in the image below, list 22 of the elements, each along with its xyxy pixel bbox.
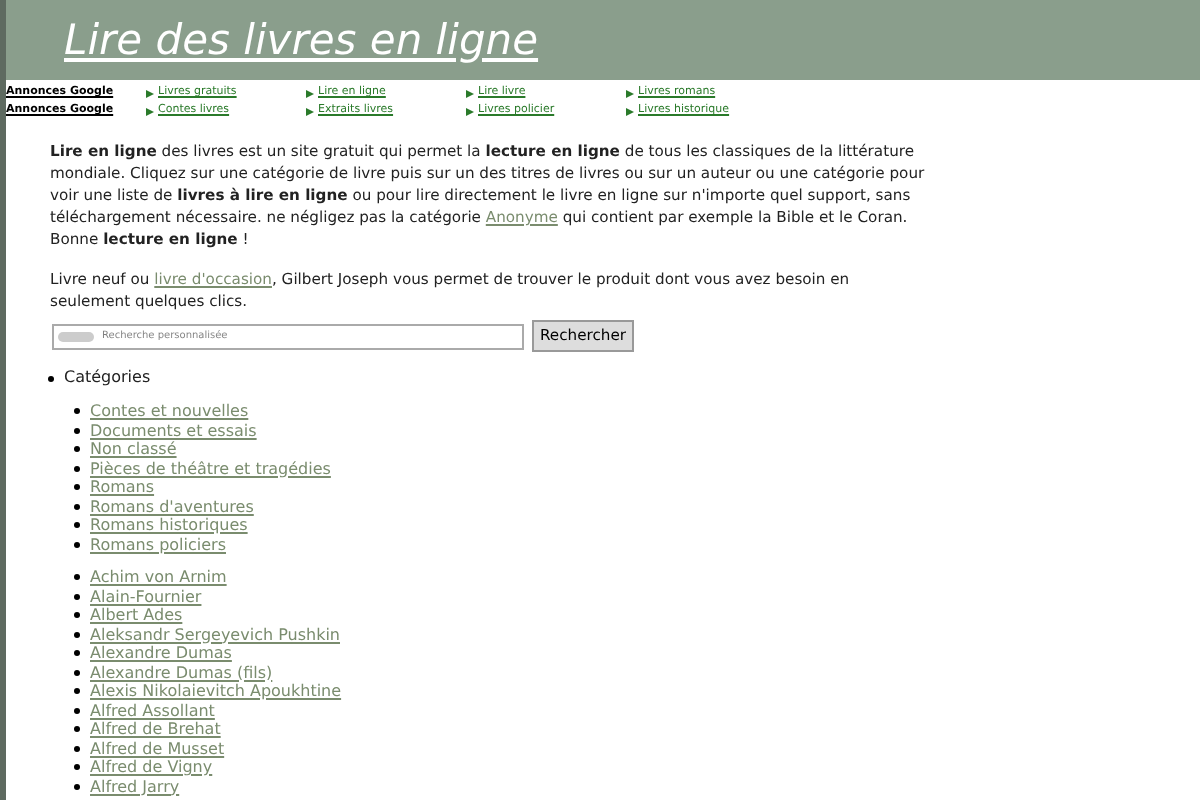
author-link[interactable]: Alexandre Dumas (fils) — [90, 663, 273, 682]
author-link[interactable]: Aleksandr Sergeyevich Pushkin — [90, 625, 340, 644]
author-link[interactable]: Albert Ades — [90, 606, 183, 625]
category-link[interactable]: Contes et nouvelles — [90, 402, 249, 421]
author-link[interactable]: Alfred Jarry — [90, 777, 180, 796]
site-title[interactable]: Lire des livres en ligne — [64, 19, 539, 61]
author-link[interactable]: Alfred de Vigny — [90, 758, 213, 777]
categories-heading: Catégories — [64, 366, 151, 390]
author-link[interactable]: Alfred de Musset — [90, 739, 225, 758]
category-link[interactable]: Non classé — [90, 440, 177, 459]
author-link[interactable]: Alain-Fournier — [90, 587, 202, 606]
category-link[interactable]: Romans — [90, 478, 155, 497]
category-link[interactable]: Pièces de théâtre et tragédies — [90, 459, 331, 478]
author-link[interactable]: Alexandre Dumas — [90, 644, 232, 663]
author-link[interactable]: Alexis Nikolaievitch Apoukhtine — [90, 682, 342, 701]
author-link[interactable]: Alfred Assollant — [90, 701, 215, 720]
author-link[interactable]: Alfred de Brehat — [90, 720, 221, 739]
category-link[interactable]: Romans historiques — [90, 516, 248, 535]
category-link[interactable]: Romans d'aventures — [90, 497, 254, 516]
category-link[interactable]: Documents et essais — [90, 421, 257, 440]
author-link[interactable]: Achim von Arnim — [90, 568, 227, 587]
category-link[interactable]: Romans policiers — [90, 535, 226, 554]
